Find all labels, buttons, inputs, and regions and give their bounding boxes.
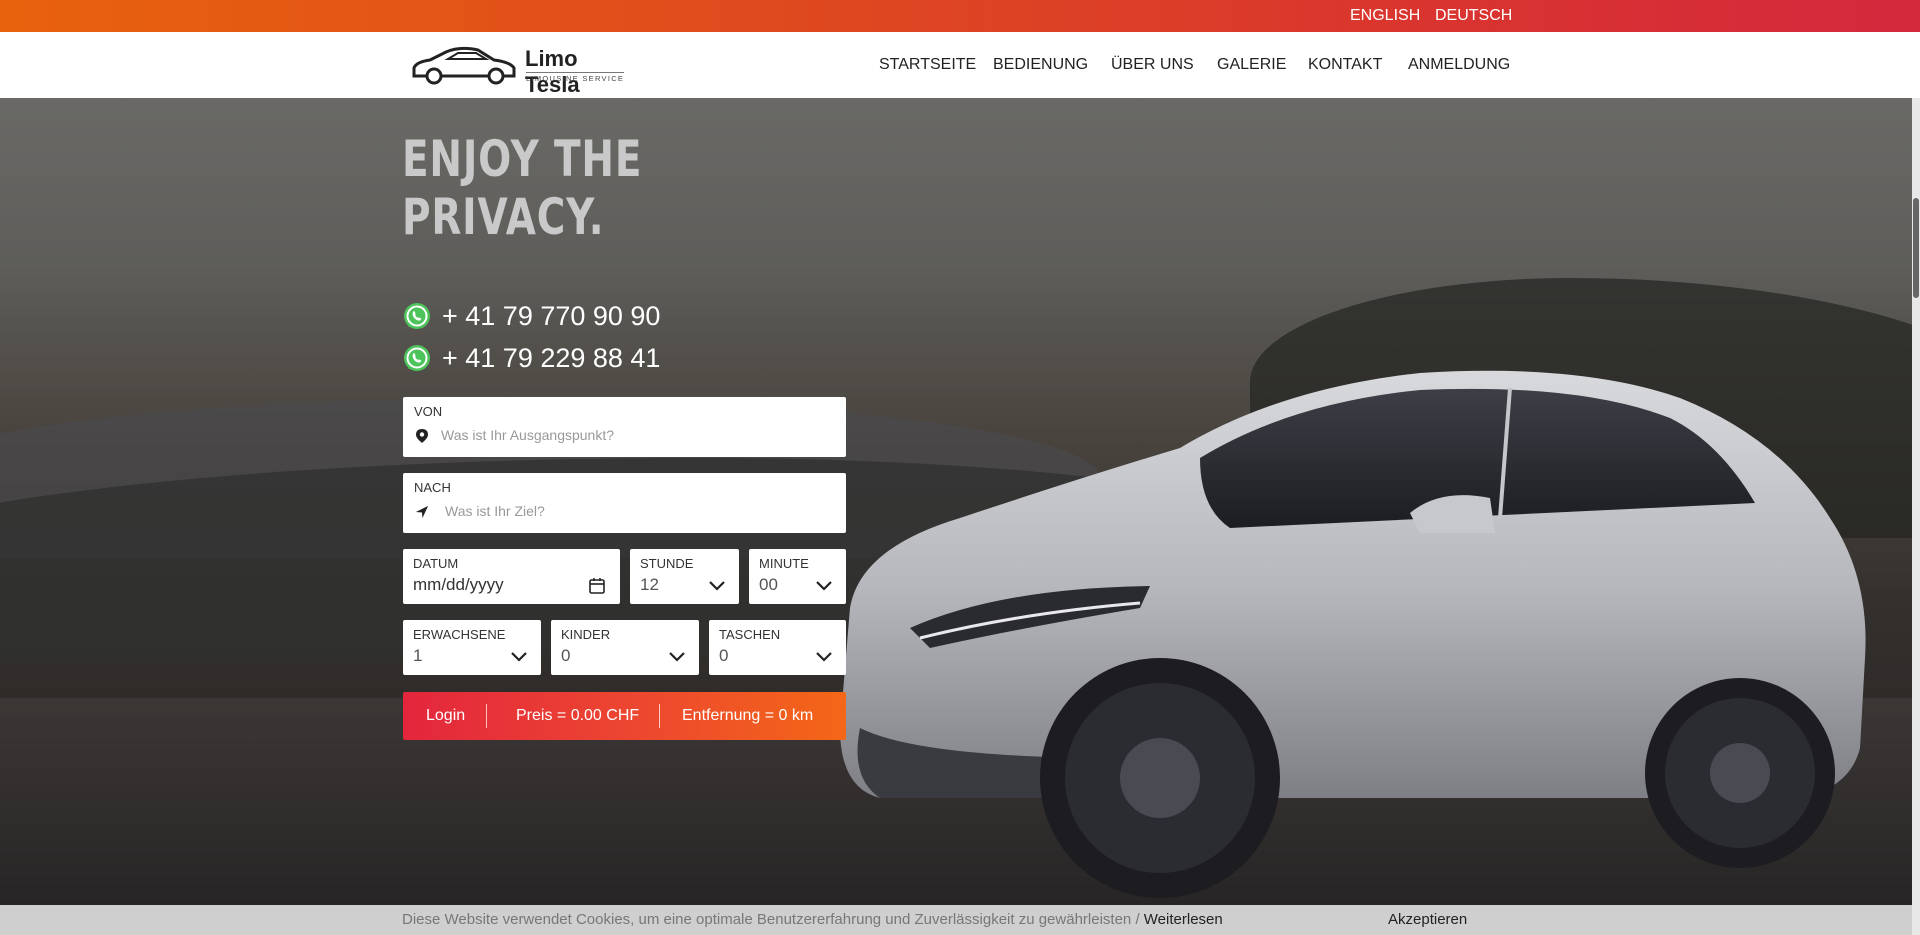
nav-anmeldung[interactable]: ANMELDUNG bbox=[1408, 32, 1510, 98]
bags-label: TASCHEN bbox=[719, 627, 781, 642]
children-label: KINDER bbox=[561, 627, 611, 642]
booking-summary-bar: Login Preis = 0.00 CHF Entfernung = 0 km bbox=[403, 692, 846, 740]
cookie-accept-button[interactable]: Akzeptieren bbox=[1388, 911, 1467, 928]
children-value: 0 bbox=[561, 646, 571, 665]
date-label: DATUM bbox=[413, 556, 459, 571]
main-navbar: Limo Tesla LIMOUSINE SERVICE STARTSEITE … bbox=[0, 32, 1920, 98]
phone-number-2-text: + 41 79 229 88 41 bbox=[442, 342, 661, 373]
price-display: Preis = 0.00 CHF bbox=[516, 707, 640, 724]
phone-number-2[interactable]: + 41 79 229 88 41 bbox=[402, 340, 660, 376]
scrollbar-thumb[interactable] bbox=[1913, 198, 1919, 298]
from-input[interactable]: Was ist Ihr Ausgangspunkt? bbox=[441, 427, 614, 443]
hour-value: 12 bbox=[640, 575, 659, 594]
bags-select[interactable]: TASCHEN 0 bbox=[709, 620, 846, 675]
nav-kontakt[interactable]: KONTAKT bbox=[1308, 32, 1382, 98]
brand-logo[interactable]: Limo Tesla LIMOUSINE SERVICE bbox=[410, 42, 630, 97]
cookie-message: Diese Website verwendet Cookies, um eine… bbox=[402, 911, 1223, 928]
nav-startseite[interactable]: STARTSEITE bbox=[879, 32, 976, 98]
cookie-separator: / bbox=[1131, 911, 1144, 928]
divider bbox=[659, 704, 660, 728]
minute-select[interactable]: MINUTE 00 bbox=[749, 549, 846, 604]
nav-ueber-uns[interactable]: ÜBER UNS bbox=[1111, 32, 1194, 98]
whatsapp-icon bbox=[404, 345, 430, 371]
language-deutsch-link[interactable]: DEUTSCH bbox=[1435, 0, 1512, 32]
children-select[interactable]: KINDER 0 bbox=[551, 620, 699, 675]
cookie-text: Diese Website verwendet Cookies, um eine… bbox=[402, 911, 1132, 928]
divider bbox=[486, 704, 487, 728]
hour-label: STUNDE bbox=[640, 556, 694, 571]
distance-display: Entfernung = 0 km bbox=[682, 707, 814, 724]
language-bar: ENGLISH DEUTSCH bbox=[0, 0, 1920, 32]
hero-background bbox=[0, 98, 1920, 935]
date-field[interactable]: DATUM mm/dd/yyyy bbox=[403, 549, 620, 604]
headline-line-2: PRIVACY. bbox=[402, 188, 605, 246]
login-button[interactable]: Login bbox=[426, 692, 465, 740]
nav-galerie[interactable]: GALERIE bbox=[1217, 32, 1286, 98]
minute-label: MINUTE bbox=[759, 556, 809, 571]
from-field[interactable]: VON Was ist Ihr Ausgangspunkt? bbox=[403, 397, 846, 457]
language-english-link[interactable]: ENGLISH bbox=[1350, 0, 1420, 32]
phone-number-1[interactable]: + 41 79 770 90 90 bbox=[402, 298, 660, 334]
tesla-car-image bbox=[840, 370, 1866, 898]
from-label: VON bbox=[414, 404, 443, 419]
to-label: NACH bbox=[414, 480, 451, 495]
hero-headline: ENJOY THE PRIVACY. bbox=[402, 130, 642, 246]
chevron-down-icon bbox=[709, 581, 725, 591]
cookie-read-more-link[interactable]: Weiterlesen bbox=[1144, 911, 1223, 928]
to-input[interactable]: Was ist Ihr Ziel? bbox=[445, 503, 545, 519]
car-logo-icon bbox=[412, 46, 516, 85]
brand-tagline: LIMOUSINE SERVICE bbox=[526, 72, 625, 83]
chevron-down-icon bbox=[669, 652, 685, 662]
adults-value: 1 bbox=[413, 646, 423, 665]
minute-value: 00 bbox=[759, 575, 778, 594]
phone-number-1-text: + 41 79 770 90 90 bbox=[442, 300, 661, 331]
hour-select[interactable]: STUNDE 12 bbox=[630, 549, 739, 604]
bags-value: 0 bbox=[719, 646, 729, 665]
navigation-arrow-icon bbox=[415, 505, 429, 519]
nav-bedienung[interactable]: BEDIENUNG bbox=[993, 32, 1088, 98]
whatsapp-icon bbox=[404, 303, 430, 329]
chevron-down-icon bbox=[816, 581, 832, 591]
headline-line-1: ENJOY THE bbox=[402, 130, 643, 188]
chevron-down-icon bbox=[816, 652, 832, 662]
to-field[interactable]: NACH Was ist Ihr Ziel? bbox=[403, 473, 846, 533]
chevron-down-icon bbox=[511, 652, 527, 662]
calendar-icon[interactable] bbox=[588, 577, 606, 595]
date-input[interactable]: mm/dd/yyyy bbox=[413, 575, 504, 595]
adults-label: ERWACHSENE bbox=[413, 627, 506, 642]
map-pin-icon bbox=[416, 429, 428, 443]
cookie-consent-bar: Diese Website verwendet Cookies, um eine… bbox=[0, 905, 1920, 935]
page-scrollbar[interactable] bbox=[1912, 98, 1920, 935]
adults-select[interactable]: ERWACHSENE 1 bbox=[403, 620, 541, 675]
